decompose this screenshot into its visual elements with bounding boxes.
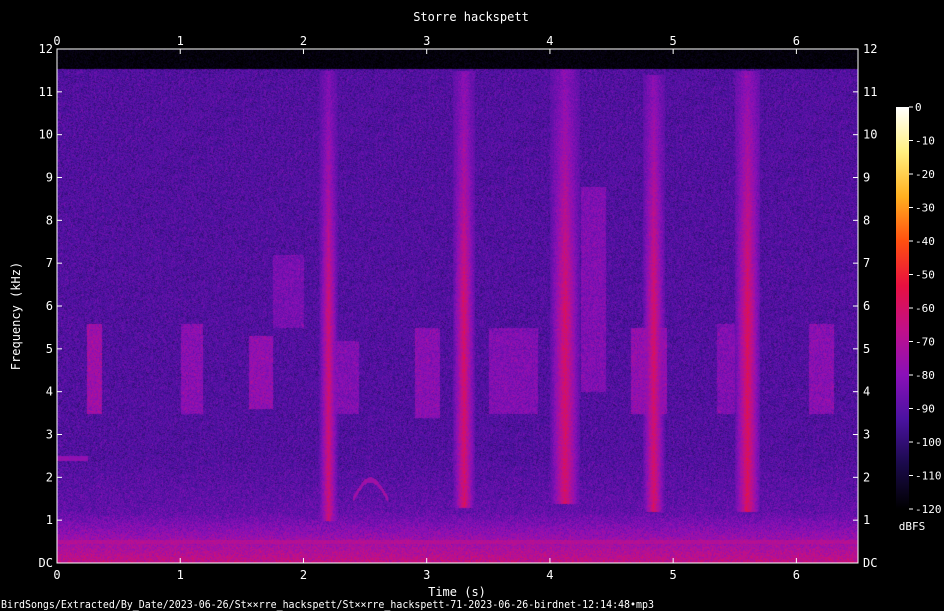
x-tick-label-top: 6 (793, 34, 800, 48)
x-tick-label-top: 0 (53, 34, 60, 48)
y-tick-label: 12 (39, 42, 53, 56)
y-tick-label-right: 12 (863, 42, 877, 56)
x-tick-label: 6 (793, 568, 800, 582)
colorbar-tick-label: -110 (915, 470, 942, 483)
y-axis-label: Frequency (kHz) (9, 262, 23, 370)
x-tick-label-top: 1 (177, 34, 184, 48)
y-tick-label: DC (39, 556, 53, 570)
y-tick-label-right: 5 (863, 342, 870, 356)
x-tick-label: 4 (546, 568, 553, 582)
colorbar-tick-label: -30 (915, 202, 935, 215)
x-tick-label-top: 2 (300, 34, 307, 48)
colorbar-tick-label: -80 (915, 369, 935, 382)
colorbar-tick-label: 0 (915, 101, 922, 114)
colorbar-tick-label: -60 (915, 302, 935, 315)
x-tick-label-top: 5 (670, 34, 677, 48)
colorbar: 0 -10 -20 -30 -40 -50 -60 -70 -80 -90 -100 -110 -120… (896, 101, 942, 533)
x-tick-label: 2 (300, 568, 307, 582)
y-tick-label: 3 (46, 428, 53, 442)
y-tick-label-right: 2 (863, 470, 870, 484)
y-tick-label: 7 (46, 256, 53, 270)
colorbar-tick-label: -100 (915, 436, 942, 449)
colorbar-label: dBFS (899, 520, 926, 533)
y-tick-label: 8 (46, 213, 53, 227)
y-tick-label: 2 (46, 470, 53, 484)
y-tick-label-right: 8 (863, 213, 870, 227)
x-tick-label: 1 (177, 568, 184, 582)
y-tick-label-right: 11 (863, 85, 877, 99)
x-tick-label: 3 (423, 568, 430, 582)
y-tick-label-right: 1 (863, 513, 870, 527)
x-tick-label-top: 3 (423, 34, 430, 48)
chart-title: Storre hackspett (413, 10, 529, 24)
colorbar-gradient (896, 107, 909, 509)
x-axis-label: Time (s) (428, 585, 486, 599)
y-tick-label-right: 4 (863, 385, 870, 399)
y-tick-label: 1 (46, 513, 53, 527)
y-tick-label-right: 7 (863, 256, 870, 270)
y-tick-label: 9 (46, 171, 53, 185)
spectrogram-plot-area (57, 49, 858, 563)
colorbar-tick-label: -70 (915, 336, 935, 349)
spectrogram-heatmap (57, 49, 858, 563)
spectrogram-figure: Storre hackspett 0123456 0123456 DC12345… (1, 10, 942, 611)
x-tick-label-top: 4 (546, 34, 553, 48)
file-path-footer: BirdSongs/Extracted/By_Date/2023-06-26/S… (1, 598, 654, 611)
colorbar-tick-label: -20 (915, 168, 935, 181)
colorbar-ticks: 0 -10 -20 -30 -40 -50 -60 -70 -80 -90 -100 -110 -120 (909, 101, 942, 516)
y-tick-label-right: 3 (863, 428, 870, 442)
x-tick-label: 0 (53, 568, 60, 582)
colorbar-tick-label: -90 (915, 403, 935, 416)
y-tick-label: 11 (39, 85, 53, 99)
y-tick-label: 5 (46, 342, 53, 356)
y-tick-label-right: 9 (863, 171, 870, 185)
y-tick-label: 4 (46, 385, 53, 399)
y-tick-label-right: DC (863, 556, 877, 570)
colorbar-tick-label: -10 (915, 135, 935, 148)
x-tick-label: 5 (670, 568, 677, 582)
y-tick-label-right: 6 (863, 299, 870, 313)
colorbar-tick-label: -120 (915, 503, 942, 516)
y-tick-label: 10 (39, 128, 53, 142)
colorbar-tick-label: -50 (915, 269, 935, 282)
y-tick-label: 6 (46, 299, 53, 313)
y-tick-label-right: 10 (863, 128, 877, 142)
colorbar-tick-label: -40 (915, 235, 935, 248)
